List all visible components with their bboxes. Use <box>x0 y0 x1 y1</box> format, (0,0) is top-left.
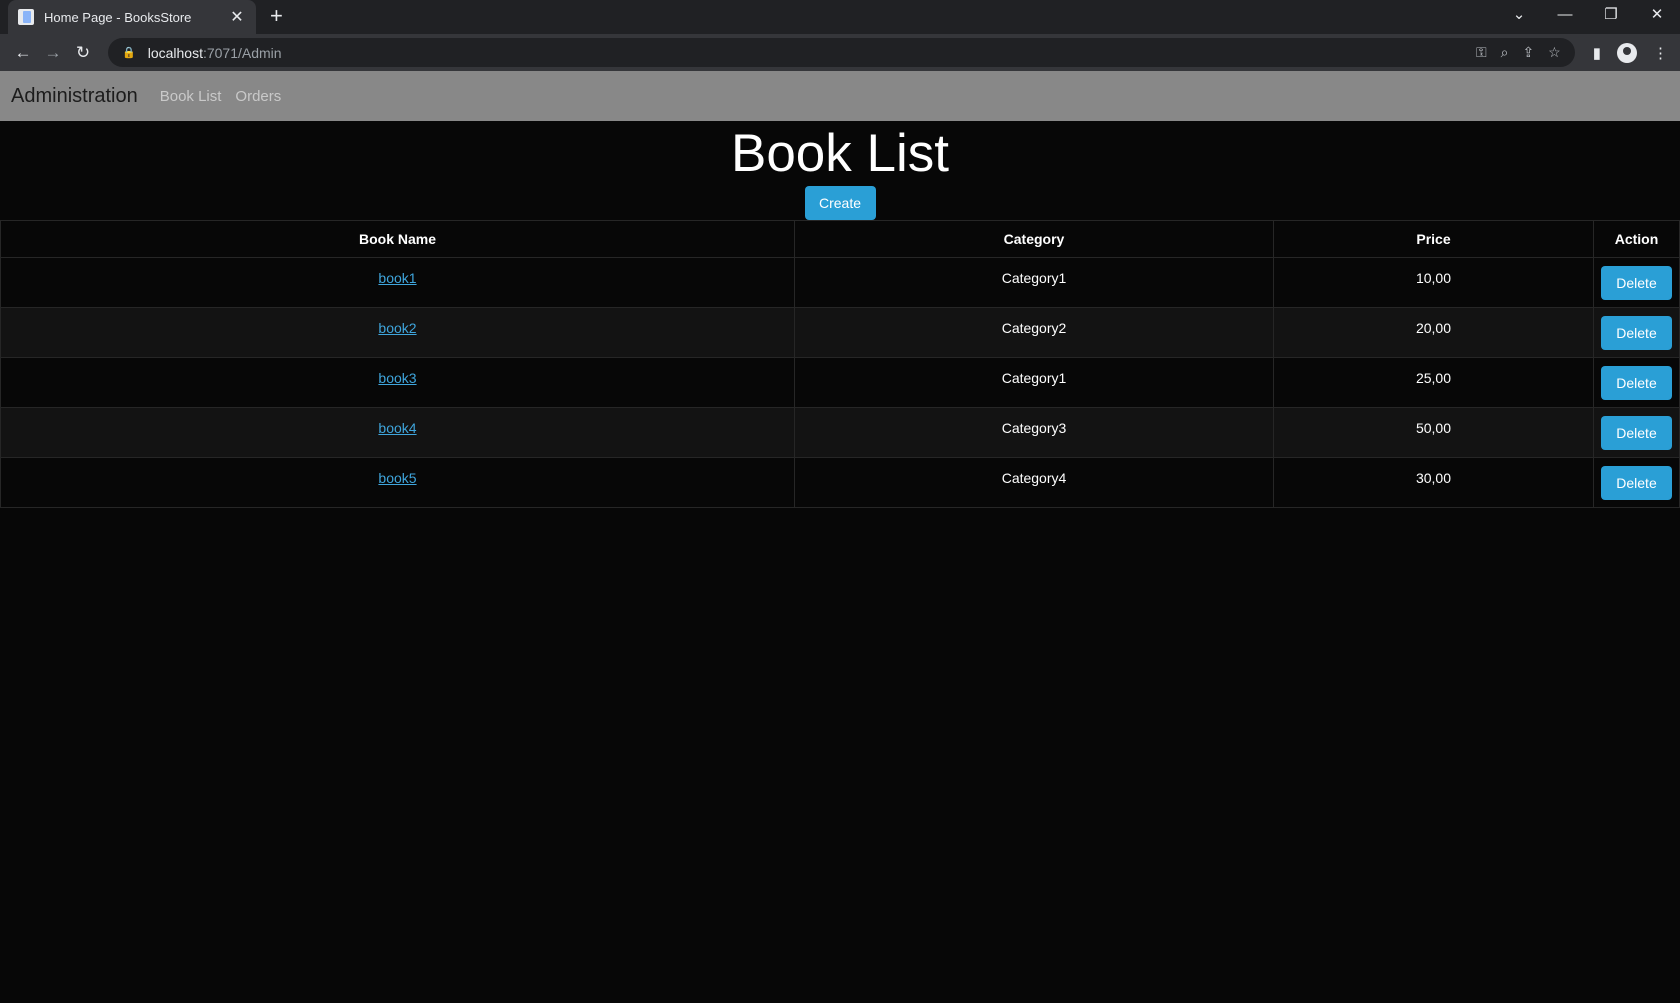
lock-icon[interactable]: 🔒 <box>122 46 136 59</box>
price-cell: 50,00 <box>1273 407 1594 458</box>
side-panel-icon[interactable]: ▮ <box>1593 44 1601 62</box>
category-cell: Category3 <box>794 407 1274 458</box>
book-table: Book Name Category Price Action book1 Ca… <box>0 220 1680 508</box>
table-row: book2 Category2 20,00 Delete <box>0 307 1680 358</box>
new-tab-icon[interactable]: + <box>270 0 283 34</box>
minimize-icon[interactable]: — <box>1542 0 1588 34</box>
page-favicon-icon <box>18 9 34 25</box>
book-link[interactable]: book4 <box>378 420 416 436</box>
address-bar[interactable]: 🔒 localhost:7071/Admin ⚿ ⌕ ⇪ ☆ <box>108 38 1575 67</box>
category-cell: Category4 <box>794 457 1274 508</box>
column-header-book-name: Book Name <box>0 220 795 258</box>
book-link[interactable]: book5 <box>378 470 416 486</box>
tab-title: Home Page - BooksStore <box>44 9 192 25</box>
column-header-category: Category <box>794 220 1274 258</box>
book-link[interactable]: book2 <box>378 320 416 336</box>
app-navbar: Administration Book List Orders <box>0 71 1680 121</box>
zoom-icon[interactable]: ⌕ <box>1501 44 1509 61</box>
menu-kebab-icon[interactable]: ⋮ <box>1653 44 1668 62</box>
share-icon[interactable]: ⇪ <box>1522 44 1534 61</box>
navbar-brand[interactable]: Administration <box>11 85 138 108</box>
category-cell: Category1 <box>794 357 1274 408</box>
bookmark-star-icon[interactable]: ☆ <box>1548 44 1561 61</box>
table-row: book1 Category1 10,00 Delete <box>0 257 1680 308</box>
price-cell: 25,00 <box>1273 357 1594 408</box>
close-tab-icon[interactable]: ✕ <box>228 7 246 27</box>
browser-tab-bar: Home Page - BooksStore ✕ + ⌄ — ❐ ✕ <box>0 0 1680 34</box>
close-window-icon[interactable]: ✕ <box>1634 0 1680 34</box>
browser-toolbar: ← → ↻ 🔒 localhost:7071/Admin ⚿ ⌕ ⇪ ☆ ▮ ⋮ <box>0 34 1680 71</box>
url-path: :7071/Admin <box>202 44 282 61</box>
back-icon[interactable]: ← <box>8 43 38 63</box>
nav-link-orders[interactable]: Orders <box>235 88 281 105</box>
forward-icon[interactable]: → <box>38 43 68 63</box>
delete-button[interactable]: Delete <box>1601 265 1672 300</box>
restore-icon[interactable]: ❐ <box>1588 0 1634 34</box>
delete-button[interactable]: Delete <box>1601 315 1672 350</box>
create-button[interactable]: Create <box>804 186 876 220</box>
category-cell: Category2 <box>794 307 1274 358</box>
price-cell: 10,00 <box>1273 257 1594 308</box>
nav-link-book-list[interactable]: Book List <box>160 88 222 105</box>
price-cell: 30,00 <box>1273 457 1594 508</box>
tab-search-icon[interactable]: ⌄ <box>1496 0 1542 34</box>
url-host: localhost <box>147 44 203 61</box>
delete-button[interactable]: Delete <box>1601 415 1672 450</box>
page-title: Book List <box>730 124 949 183</box>
reload-icon[interactable]: ↻ <box>68 43 98 63</box>
browser-tab[interactable]: Home Page - BooksStore ✕ <box>8 0 256 34</box>
key-icon[interactable]: ⚿ <box>1476 44 1487 61</box>
price-cell: 20,00 <box>1273 307 1594 358</box>
delete-button[interactable]: Delete <box>1601 365 1672 400</box>
category-cell: Category1 <box>794 257 1274 308</box>
book-link[interactable]: book1 <box>378 270 416 286</box>
book-link[interactable]: book3 <box>378 370 416 386</box>
table-header-row: Book Name Category Price Action <box>0 220 1680 258</box>
profile-avatar-icon[interactable] <box>1617 42 1637 63</box>
delete-button[interactable]: Delete <box>1601 465 1672 500</box>
table-row: book5 Category4 30,00 Delete <box>0 457 1680 508</box>
table-row: book3 Category1 25,00 Delete <box>0 357 1680 408</box>
column-header-price: Price <box>1273 220 1594 258</box>
table-row: book4 Category3 50,00 Delete <box>0 407 1680 458</box>
window-controls: ⌄ — ❐ ✕ <box>1496 0 1680 34</box>
column-header-action: Action <box>1593 220 1680 258</box>
